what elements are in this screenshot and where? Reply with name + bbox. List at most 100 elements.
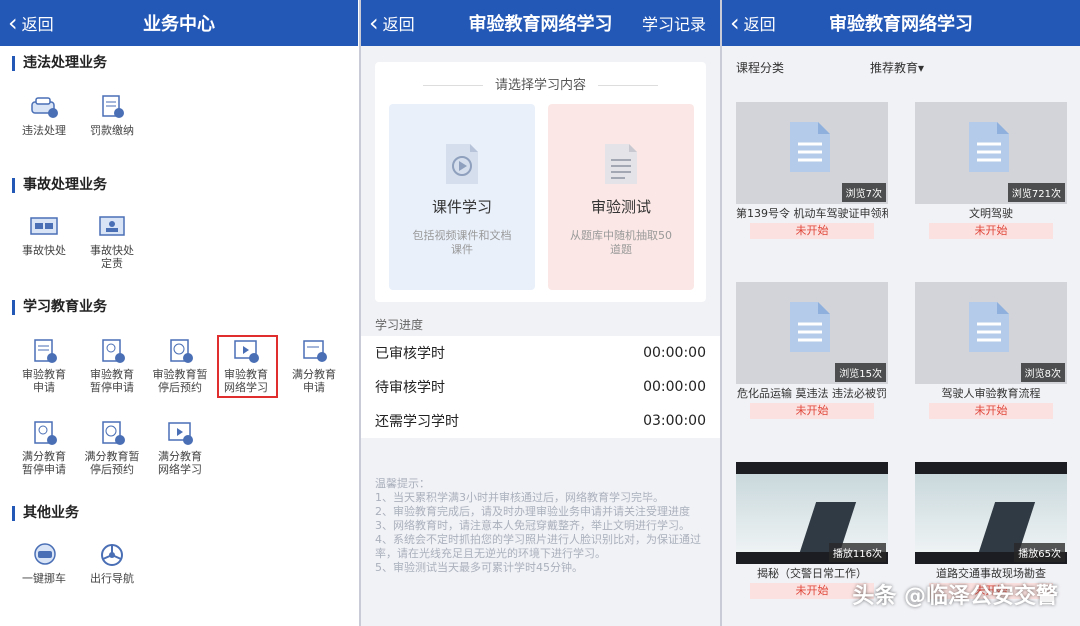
view-count: 播放65次: [1014, 543, 1065, 562]
document-icon: [29, 338, 59, 364]
view-count: 浏览8次: [1020, 363, 1065, 382]
item-label: 事故快处 定责: [90, 244, 134, 270]
tip-line: 2、审验教育完成后，请及时办理审验业务申请并请关注受理进度: [375, 505, 690, 518]
course-thumbnail[interactable]: 浏览15次: [736, 282, 888, 384]
course-card[interactable]: 浏览7次第139号令 机动车驾驶证申领和使用规定未开始: [736, 102, 888, 239]
course-thumbnail[interactable]: 浏览721次: [915, 102, 1067, 204]
filter-bar: 课程分类 推荐教育▾: [722, 46, 1080, 88]
item-label: 出行导航: [90, 572, 134, 585]
course-title: 危化品运输 莫违法 违法必被罚: [737, 387, 887, 400]
course-list-screen: ‹ 返回 审验教育网络学习 课程分类 推荐教育▾ 浏览7次第139号令 机动车驾…: [722, 0, 1080, 626]
nav-bar: ‹ 返回 审验教育网络学习: [722, 0, 1080, 46]
section-title-violation: 违法处理业务: [12, 56, 107, 71]
chevron-left-icon: ‹: [8, 9, 18, 37]
car-violation-icon: [29, 94, 59, 120]
accident-icon: [29, 214, 59, 240]
business-center-screen: ‹ 返回 业务中心 违法处理业务 事故处理业务 学习教育业务 其他业务 违法处理…: [0, 0, 358, 626]
navigation-item[interactable]: 出行导航: [80, 542, 144, 585]
watermark: 头条 @临泽公安交警: [852, 584, 1058, 609]
section-title-accident: 事故处理业务: [12, 178, 107, 193]
full-score-online-item[interactable]: 满分教育 网络学习: [148, 420, 212, 476]
item-label: 审验教育暂 停后预约: [152, 368, 208, 394]
review-edu-pause-item[interactable]: 审验教育 暂停申请: [80, 338, 144, 394]
status-badge: 未开始: [929, 403, 1053, 419]
accident-quick-item[interactable]: 事故快处: [12, 214, 76, 257]
row-value: 00:00:00: [643, 379, 706, 395]
course-card[interactable]: 浏览8次驾驶人审验教育流程 未开始: [915, 282, 1067, 419]
play-file-icon: [442, 142, 482, 186]
item-label: 审验教育 申请: [22, 368, 66, 394]
tip-line: 1、当天累积学满3小时并审核通过后，网络教育学习完毕。: [375, 491, 664, 504]
document-icon: [299, 338, 329, 364]
progress-row-reviewed: 已审核学时 00:00:00: [375, 336, 706, 370]
item-label: 满分教育 暂停申请: [22, 450, 66, 476]
course-title: 第139号令 机动车驾驶证申领和使用规定: [736, 207, 888, 220]
pause-clock-icon: [97, 338, 127, 364]
page-title: 审验教育网络学习: [468, 14, 613, 35]
item-label: 罚款缴纳: [90, 124, 134, 137]
section-title-other: 其他业务: [12, 506, 79, 521]
back-button[interactable]: ‹ 返回: [8, 0, 54, 46]
back-label: 返回: [743, 15, 776, 34]
fine-payment-item[interactable]: 罚款缴纳: [80, 94, 144, 137]
violation-handling-item[interactable]: 违法处理: [12, 94, 76, 137]
progress-label: 学习进度: [375, 318, 424, 332]
document-icon: [967, 120, 1011, 174]
study-record-link[interactable]: 学习记录: [642, 0, 706, 46]
video-play-icon: [165, 420, 195, 446]
courseware-option[interactable]: 课件学习 包括视频课件和文档课件: [389, 104, 535, 290]
status-badge: 未开始: [750, 223, 874, 239]
review-edu-resume-item[interactable]: 审验教育暂 停后预约: [148, 338, 212, 394]
document-icon: [788, 300, 832, 354]
course-thumbnail[interactable]: 播放65次: [915, 462, 1067, 564]
option-name: 审验测试: [590, 198, 651, 216]
liability-icon: [97, 214, 127, 240]
nav-bar: ‹ 返回 业务中心: [0, 0, 358, 46]
option-desc: 从题库中随机抽取50道题: [570, 229, 672, 256]
full-score-pause-item[interactable]: 满分教育 暂停申请: [12, 420, 76, 476]
progress-list: 已审核学时 00:00:00 待审核学时 00:00:00 还需学习学时 03:…: [361, 336, 720, 438]
card-title: 请选择学习内容: [375, 74, 706, 93]
item-label: 审验教育 暂停申请: [90, 368, 134, 394]
view-count: 浏览721次: [1007, 183, 1065, 202]
accident-liability-item[interactable]: 事故快处 定责: [80, 214, 144, 270]
page-title: 审验教育网络学习: [829, 14, 973, 35]
back-button[interactable]: ‹ 返回: [369, 0, 415, 46]
tip-line: 3、网络教育时，请注意本人免冠穿戴整齐，举止文明进行学习。: [375, 519, 690, 532]
section-title-education: 学习教育业务: [12, 300, 107, 315]
page-title: 业务中心: [143, 14, 215, 35]
full-score-edu-apply-item[interactable]: 满分教育 申请: [282, 338, 346, 394]
item-label: 事故快处: [22, 244, 66, 257]
chevron-left-icon: ‹: [730, 9, 740, 37]
category-filter[interactable]: 课程分类: [736, 59, 784, 76]
full-score-resume-item[interactable]: 满分教育暂 停后预约: [80, 420, 144, 476]
back-button[interactable]: ‹ 返回: [730, 0, 776, 46]
chevron-left-icon: ‹: [369, 9, 379, 37]
tips-text: 温馨提示： 1、当天累积学满3小时并审核通过后，网络教育学习完毕。 2、审验教育…: [375, 477, 708, 575]
course-title: 驾驶人审验教育流程: [941, 387, 1041, 400]
move-car-icon: [29, 542, 59, 568]
back-label: 返回: [21, 15, 54, 34]
recommend-dropdown[interactable]: 推荐教育▾: [870, 59, 924, 76]
study-content-card: 请选择学习内容 课件学习 包括视频课件和文档课件 审验测试 从题库中随机抽取50…: [375, 62, 706, 302]
tip-line: 4、系统会不定时抓拍您的学习照片进行人脸识别比对，为保证通过率，请在光线充足且无…: [375, 533, 701, 560]
item-label: 满分教育 网络学习: [158, 450, 202, 476]
view-count: 浏览15次: [835, 363, 886, 382]
highlight-box: [217, 335, 278, 398]
course-thumbnail[interactable]: 播放116次: [736, 462, 888, 564]
progress-row-remaining: 还需学习学时 03:00:00: [375, 404, 706, 438]
progress-row-pending: 待审核学时 00:00:00: [375, 370, 706, 404]
online-study-screen: ‹ 返回 审验教育网络学习 学习记录 请选择学习内容 课件学习 包括视频课件和文…: [361, 0, 720, 626]
calendar-clock-icon: [97, 420, 127, 446]
course-card[interactable]: 浏览15次 危化品运输 莫违法 违法必被罚 未开始: [736, 282, 888, 419]
row-value: 03:00:00: [643, 413, 706, 429]
review-test-option[interactable]: 审验测试 从题库中随机抽取50道题: [548, 104, 694, 290]
course-thumbnail[interactable]: 浏览8次: [915, 282, 1067, 384]
course-card[interactable]: 浏览721次 文明驾驶 未开始: [915, 102, 1067, 239]
review-edu-apply-item[interactable]: 审验教育 申请: [12, 338, 76, 394]
tip-line: 5、审验测试当天最多可累计学时45分钟。: [375, 561, 583, 574]
pause-clock-icon: [29, 420, 59, 446]
move-car-item[interactable]: 一键挪车: [12, 542, 76, 585]
course-thumbnail[interactable]: 浏览7次: [736, 102, 888, 204]
document-icon: [967, 300, 1011, 354]
